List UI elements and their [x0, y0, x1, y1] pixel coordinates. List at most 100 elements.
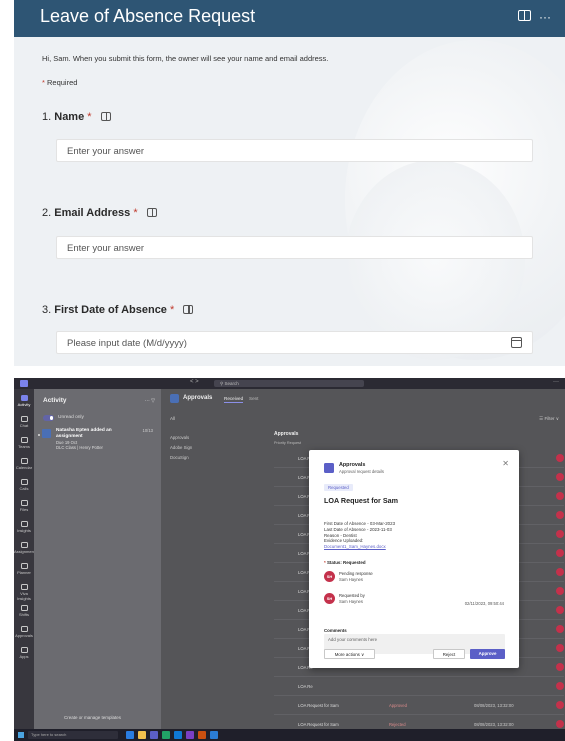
question-number: 1.	[42, 111, 52, 123]
approve-button[interactable]: Approve	[470, 649, 505, 659]
question-number: 2.	[42, 207, 52, 219]
app-rail: Activity Chat Teams Calendar Calls Files Insig…	[14, 389, 37, 729]
search-input[interactable]: ⚲ Search	[214, 380, 364, 387]
teams-icon[interactable]	[150, 731, 158, 739]
rail-item-label: Calendar	[15, 465, 33, 470]
activity-header-icons[interactable]: ··· ▽	[145, 398, 155, 404]
comments-label: Comments	[324, 628, 347, 633]
table-row[interactable]: LOA Request for Sam Approved 08/08/2023, 1…	[274, 696, 564, 715]
form-title: Leave of Absence Request	[40, 6, 256, 26]
rail-item-planner[interactable]: Planner	[14, 563, 34, 575]
approvals-section-label: Approvals	[274, 431, 299, 437]
immersive-reader-icon[interactable]	[518, 10, 531, 21]
notification-class: DLC Class | Henry Potter	[56, 445, 103, 450]
rail-item-chat[interactable]: Chat	[14, 416, 34, 428]
question-first-date: 3. First Date of Absence *	[42, 304, 194, 316]
all-filter[interactable]: All	[170, 416, 175, 421]
required-note: * Required	[42, 78, 77, 87]
approval-source-link[interactable]: Approvals	[170, 433, 192, 443]
teams-logo-icon	[20, 380, 28, 387]
rail-item-shifts[interactable]: Shifts	[14, 605, 34, 617]
rail-item-assignments[interactable]: Assignments	[14, 542, 37, 554]
request-date: 08/08/2023, 13:32:00	[474, 703, 514, 708]
request-timestamp: 02/11/2023, 09:50:44	[464, 601, 504, 606]
dialog-subtitle: Approval request details	[339, 469, 384, 474]
immersive-reader-icon[interactable]	[146, 208, 157, 217]
rail-item-activity[interactable]: Activity	[14, 395, 34, 407]
requester-avatar	[556, 549, 564, 557]
form-intro: Hi, Sam. When you submit this form, the …	[42, 54, 329, 63]
name-input[interactable]: Enter your answer	[56, 139, 533, 162]
email-input[interactable]: Enter your answer	[56, 236, 533, 259]
request-details: First Date of Absence - 03-Mar-2023 Last…	[324, 521, 395, 550]
requester-avatar	[556, 473, 564, 481]
detail-line: First Date of Absence - 03-Mar-2023	[324, 521, 396, 526]
question-label: Name	[54, 111, 85, 123]
rail-item-approvals[interactable]: Approvals	[14, 626, 34, 638]
unread-dot	[38, 434, 40, 436]
rail-item-label: Viva Insights	[17, 591, 31, 601]
assignment-icon	[42, 429, 51, 438]
close-icon[interactable]: ✕	[502, 459, 509, 468]
approval-source-link[interactable]: Adobe Sign	[170, 443, 192, 453]
table-row[interactable]: LOA Re	[274, 677, 564, 696]
more-actions-button[interactable]: More actions ∨	[324, 649, 375, 659]
start-button-icon[interactable]	[18, 732, 24, 738]
filter-button[interactable]: ☰ Filter ∨	[539, 416, 559, 422]
onenote-icon[interactable]	[186, 731, 194, 739]
rail-item-label: Files	[19, 507, 29, 512]
edge-icon[interactable]	[126, 731, 134, 739]
rail-item-teams[interactable]: Teams	[14, 437, 34, 449]
toggle-switch[interactable]	[43, 415, 54, 421]
more-options-icon[interactable]: ···	[553, 379, 559, 385]
rail-item-calls[interactable]: Calls	[14, 479, 34, 491]
outlook-icon[interactable]	[174, 731, 182, 739]
rail-item-insights[interactable]: Insights	[14, 521, 34, 533]
requester-avatar	[556, 606, 564, 614]
document-link[interactable]: Document1_Sam_Haynes.docx	[324, 544, 395, 550]
more-options-icon[interactable]: ···	[539, 10, 551, 24]
reject-button[interactable]: Reject	[433, 649, 465, 659]
forms-window: Leave of Absence Request ··· Hi, Sam. Wh…	[14, 0, 565, 366]
requester-avatar	[556, 511, 564, 519]
requester: SH Requested by Sam Haynes 02/11/2023, 0…	[324, 593, 504, 607]
manage-templates-link[interactable]: Create or manage templates	[64, 715, 121, 720]
calendar-icon	[20, 458, 28, 464]
approval-source-link[interactable]: DocuSign	[170, 453, 192, 463]
notification-date: 10/13	[142, 428, 153, 433]
rail-item-label: Apps	[19, 654, 29, 659]
file-explorer-icon[interactable]	[138, 731, 146, 739]
rail-item-files[interactable]: Files	[14, 500, 34, 512]
tab-received[interactable]: Received	[224, 396, 244, 403]
rail-item-apps[interactable]: Apps	[14, 647, 34, 659]
tab-sent[interactable]: Sent	[249, 396, 258, 401]
taskbar-search[interactable]: Type here to search	[28, 731, 118, 739]
files-icon	[20, 500, 28, 506]
request-status: Rejected	[389, 722, 406, 727]
dialog-title: Approvals	[339, 462, 366, 468]
requester-avatar	[556, 587, 564, 595]
word-icon[interactable]	[210, 731, 218, 739]
date-input[interactable]: Please input date (M/d/yyyy)	[56, 331, 533, 354]
teams-titlebar: < > ⚲ Search ···	[14, 378, 565, 389]
required-star: *	[87, 111, 92, 123]
immersive-reader-icon[interactable]	[100, 112, 111, 121]
requester-avatar	[556, 625, 564, 633]
activity-notification[interactable]: Natasha Epten added an assignment 10/13 …	[38, 426, 157, 450]
unread-only-toggle[interactable]: Unread only	[43, 415, 84, 421]
date-placeholder: Please input date (M/d/yyyy)	[67, 338, 187, 349]
search-placeholder: Search	[224, 381, 239, 386]
rail-item-viva-insights[interactable]: Viva Insights	[14, 584, 34, 601]
calendar-icon[interactable]	[511, 337, 522, 348]
requester-avatar	[556, 644, 564, 652]
excel-icon[interactable]	[162, 731, 170, 739]
question-email: 2. Email Address *	[42, 207, 157, 219]
rail-item-calendar[interactable]: Calendar	[14, 458, 34, 470]
powerpoint-icon[interactable]	[198, 731, 206, 739]
immersive-reader-icon[interactable]	[183, 305, 194, 314]
nav-arrows[interactable]: < >	[190, 379, 199, 385]
requester-avatar	[556, 682, 564, 690]
pending-approver: SH Pending response Sam Haynes	[324, 571, 504, 585]
required-star: *	[170, 304, 175, 316]
planner-icon	[20, 563, 28, 569]
